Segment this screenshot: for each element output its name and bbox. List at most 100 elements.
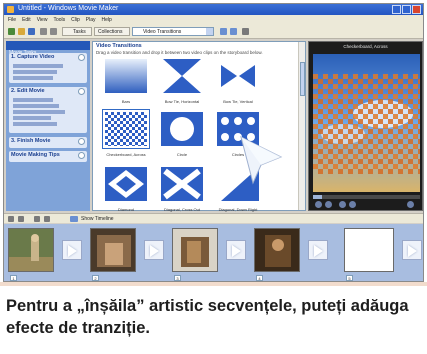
- figure-caption: Pentru a „înșăila” artistic secvențele, …: [0, 282, 427, 354]
- redo-icon[interactable]: [50, 28, 57, 35]
- task-link[interactable]: [13, 116, 51, 120]
- task-link[interactable]: [13, 104, 59, 108]
- transition-tile[interactable]: Bars: [105, 59, 147, 104]
- task-group-title: 2. Edit Movie: [11, 88, 45, 94]
- maximize-button[interactable]: [402, 5, 411, 14]
- collections-button[interactable]: Collections: [94, 27, 130, 36]
- collection-value: Video Transitions: [143, 29, 182, 35]
- menu-view[interactable]: View: [37, 17, 48, 23]
- transition-tile-selected[interactable]: Checkerboard, Across: [102, 109, 150, 157]
- transition-label: Checkerboard, Across: [106, 152, 146, 157]
- empty-clip-slot[interactable]: [344, 228, 394, 272]
- preview-monitor: Checkerboard, Across: [308, 41, 423, 211]
- expand-icon[interactable]: [78, 138, 85, 145]
- transition-slot[interactable]: [402, 240, 422, 260]
- drag-pointer-icon: [240, 136, 283, 185]
- clip-thumbnail: [173, 229, 217, 271]
- tasks-button[interactable]: Tasks: [62, 27, 92, 36]
- task-link[interactable]: [13, 70, 57, 74]
- next-frame-icon[interactable]: [349, 201, 356, 208]
- transition-slot[interactable]: [144, 240, 164, 260]
- stop-icon[interactable]: [325, 201, 332, 208]
- show-timeline-button[interactable]: Show Timeline: [81, 216, 114, 222]
- transition-tile[interactable]: Diagonal, Cross Out: [161, 167, 203, 212]
- menu-play[interactable]: Play: [86, 17, 96, 23]
- clip-thumbnail: [91, 229, 135, 271]
- menu-tools[interactable]: Tools: [53, 17, 65, 23]
- window-title: Untitled - Windows Movie Maker: [18, 5, 119, 12]
- fullscreen-icon[interactable]: [407, 201, 414, 208]
- close-button[interactable]: [412, 5, 421, 14]
- chevron-down-icon[interactable]: [206, 28, 213, 35]
- clip-number: 3: [174, 275, 181, 281]
- transition-label: Bow Tie, Horizontal: [164, 99, 200, 104]
- task-link[interactable]: [13, 98, 53, 102]
- task-group-finish[interactable]: 3. Finish Movie: [9, 137, 87, 148]
- preview-frame-image: [313, 54, 420, 192]
- transition-slot[interactable]: [226, 240, 246, 260]
- transition-tile[interactable]: Bow Tie, Horizontal: [161, 59, 203, 104]
- collections-dropdown[interactable]: Video Transitions: [132, 27, 214, 36]
- expand-icon[interactable]: [78, 152, 85, 159]
- seek-bar[interactable]: [313, 195, 420, 199]
- menu-help[interactable]: Help: [101, 17, 111, 23]
- menu-clip[interactable]: Clip: [71, 17, 80, 23]
- video-clip[interactable]: [90, 228, 136, 272]
- rewind-icon[interactable]: [34, 216, 40, 222]
- transition-tile[interactable]: Bow Tie, Vertical: [217, 59, 259, 104]
- open-project-icon[interactable]: [18, 28, 25, 35]
- menu-edit[interactable]: Edit: [22, 17, 31, 23]
- app-icon: [7, 6, 14, 13]
- preview-screen: [313, 54, 420, 192]
- collections-button-label: Collections: [98, 29, 123, 35]
- task-group-title: 1. Capture Video: [11, 54, 55, 60]
- transition-label: Diamond: [117, 207, 134, 212]
- menu-file[interactable]: File: [8, 17, 16, 23]
- storyboard-toolbar: Show Timeline: [4, 213, 423, 223]
- save-project-icon[interactable]: [28, 28, 35, 35]
- transition-slot[interactable]: [308, 240, 328, 260]
- video-transitions-pane: Video Transitions Drag a video transitio…: [92, 41, 306, 212]
- transition-tile[interactable]: Diamond: [105, 167, 147, 212]
- task-link[interactable]: [13, 110, 65, 114]
- collapse-icon[interactable]: [78, 88, 85, 95]
- transition-tile[interactable]: Circle: [161, 112, 203, 157]
- menu-bar: File Edit View Tools Clip Play Help: [4, 15, 423, 24]
- task-link[interactable]: [13, 122, 57, 126]
- transition-label: Circle: [176, 152, 188, 157]
- collapse-icon[interactable]: [78, 54, 85, 61]
- video-clip[interactable]: [8, 228, 54, 272]
- new-folder-icon[interactable]: [230, 28, 237, 35]
- video-clip[interactable]: [172, 228, 218, 272]
- up-folder-icon[interactable]: [220, 28, 227, 35]
- clip-number: 5: [346, 275, 353, 281]
- zoom-in-icon[interactable]: [8, 216, 14, 222]
- task-group-capture[interactable]: 1. Capture Video: [9, 53, 87, 83]
- views-icon[interactable]: [242, 28, 249, 35]
- movie-maker-window: Untitled - Windows Movie Maker File Edit…: [3, 3, 424, 282]
- task-link[interactable]: [13, 76, 53, 80]
- zoom-out-icon[interactable]: [18, 216, 24, 222]
- transition-slot[interactable]: [62, 240, 82, 260]
- checkerboard-icon: [105, 112, 147, 146]
- new-project-icon[interactable]: [8, 28, 15, 35]
- play-storyboard-icon[interactable]: [44, 216, 50, 222]
- bowtie-horizontal-icon: [161, 59, 203, 93]
- task-group-edit[interactable]: 2. Edit Movie: [9, 87, 87, 133]
- bars-transition-icon: [105, 59, 147, 93]
- task-group-tips[interactable]: Movie Making Tips: [9, 151, 87, 162]
- previous-frame-icon[interactable]: [339, 201, 346, 208]
- task-link[interactable]: [13, 64, 63, 68]
- caption-text: Pentru a „înșăila” artistic secvențele, …: [6, 297, 409, 337]
- timeline-icon[interactable]: [70, 216, 78, 222]
- scrollbar-thumb[interactable]: [300, 62, 305, 96]
- transition-label: Diagonal, Cross Out: [163, 207, 200, 212]
- vertical-scrollbar[interactable]: [298, 42, 305, 210]
- main-toolbar: Tasks Collections Video Transitions: [4, 24, 423, 39]
- minimize-button[interactable]: [392, 5, 401, 14]
- seek-bar-progress: [313, 195, 322, 199]
- undo-icon[interactable]: [40, 28, 47, 35]
- play-icon[interactable]: [315, 201, 322, 208]
- video-clip[interactable]: [254, 228, 300, 272]
- movie-tasks-pane: Movie Tasks 1. Capture Video 2. Edit Mov…: [6, 41, 90, 211]
